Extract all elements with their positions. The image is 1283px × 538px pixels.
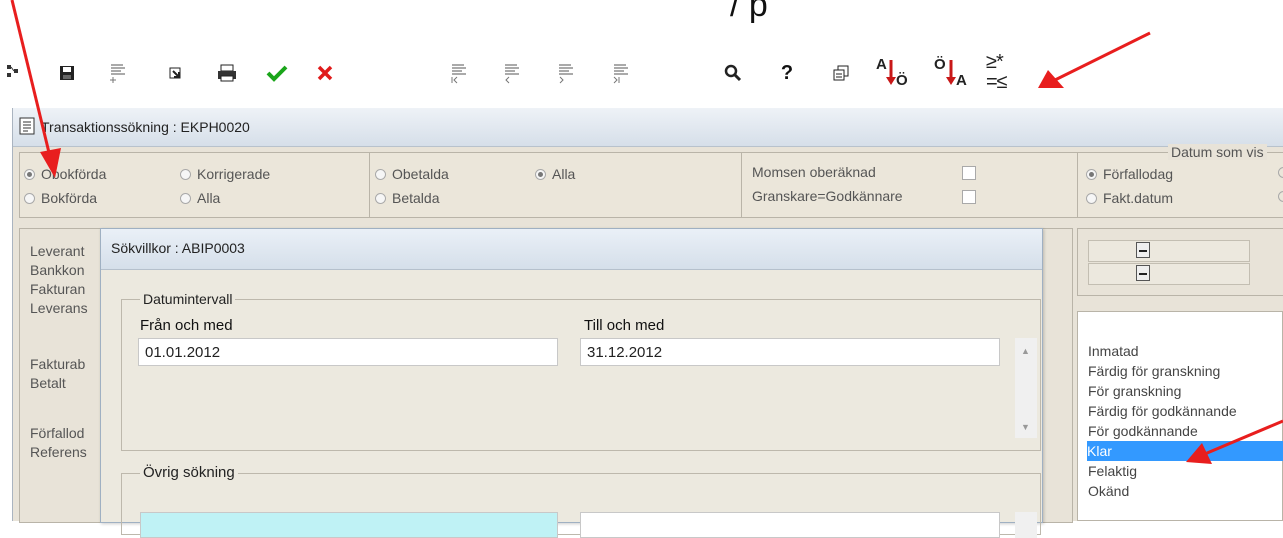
label-fakturabelopp: Fakturab bbox=[30, 356, 86, 372]
momsen-label: Momsen oberäknad bbox=[752, 164, 876, 180]
from-date-label: Från och med bbox=[140, 317, 233, 334]
radio-korrigerade[interactable]: Korrigerade bbox=[180, 166, 270, 182]
radio-dot bbox=[24, 192, 35, 204]
list-item[interactable]: Felaktig bbox=[1088, 461, 1283, 481]
radio-dot bbox=[1086, 192, 1097, 204]
momsen-checkbox[interactable] bbox=[962, 166, 976, 180]
date-display-title: Datum som vis bbox=[1168, 144, 1267, 160]
jump-icon[interactable] bbox=[160, 58, 190, 88]
list-item[interactable]: Färdig för godkännande bbox=[1088, 401, 1283, 421]
radio-dot bbox=[180, 168, 191, 180]
sort-asc-bottom-letter: Ö bbox=[896, 72, 908, 89]
radio-dot bbox=[24, 168, 35, 180]
label-fakturanummer: Fakturan bbox=[30, 281, 86, 297]
vertical-scrollbar-2[interactable] bbox=[1015, 512, 1037, 538]
radio-dot bbox=[180, 192, 191, 204]
label-leverans: Leverans bbox=[30, 300, 88, 316]
other-search-legend: Övrig sökning bbox=[140, 464, 238, 481]
arrow-down-icon bbox=[946, 60, 956, 85]
window-title-bar: Transaktionssökning : EKPH0020 bbox=[13, 108, 1283, 147]
first-record-icon[interactable] bbox=[443, 58, 473, 88]
scroll-up-icon[interactable]: ▲ bbox=[1021, 346, 1030, 356]
dialog-title-bar: Sökvillkor : ABIP0003 bbox=[101, 229, 1042, 270]
granskare-label: Granskare=Godkännare bbox=[752, 188, 903, 204]
list-item-selected[interactable]: Klar bbox=[1087, 441, 1283, 461]
list-item[interactable]: För godkännande bbox=[1088, 421, 1283, 441]
range-row-2 bbox=[1088, 263, 1250, 285]
radio-betalda[interactable]: Betalda bbox=[375, 190, 439, 206]
radio-alla-betalning[interactable]: Alla bbox=[535, 166, 575, 182]
list-item[interactable]: För granskning bbox=[1088, 381, 1283, 401]
radio-dot-cut[interactable] bbox=[1278, 191, 1283, 202]
status-listbox[interactable]: Inmatad Färdig för granskning För gransk… bbox=[1077, 311, 1283, 521]
label-referens: Referens bbox=[30, 444, 87, 460]
other-search-fieldset: Övrig sökning bbox=[121, 464, 1041, 538]
radio-dot bbox=[375, 192, 386, 204]
radio-alla-bokforing[interactable]: Alla bbox=[180, 190, 220, 206]
cancel-icon[interactable] bbox=[310, 58, 340, 88]
list-item[interactable]: Okänd bbox=[1088, 481, 1283, 501]
radio-bokforda[interactable]: Bokförda bbox=[24, 190, 97, 206]
search-icon[interactable] bbox=[718, 58, 748, 88]
tree-icon[interactable] bbox=[0, 58, 30, 88]
search-conditions-dialog: Sökvillkor : ABIP0003 Datumintervall Frå… bbox=[100, 228, 1043, 538]
radio-fakt-datum[interactable]: Fakt.datum bbox=[1086, 190, 1173, 206]
top-cut-text: / p bbox=[730, 0, 768, 24]
other-search-input-2[interactable] bbox=[580, 512, 1000, 538]
date-display-group: Datum som vis Förfallodag Fakt.datum bbox=[1077, 144, 1283, 218]
radio-dot bbox=[375, 168, 386, 180]
sort-desc-top-letter: Ö bbox=[934, 56, 946, 73]
radio-obetalda[interactable]: Obetalda bbox=[375, 166, 449, 182]
range-row-1 bbox=[1088, 240, 1250, 262]
granskare-checkbox[interactable] bbox=[962, 190, 976, 204]
range-stepper-group bbox=[1077, 228, 1283, 296]
radio-obokforda[interactable]: Obokförda bbox=[24, 166, 106, 182]
stepper-button-2[interactable] bbox=[1136, 265, 1150, 281]
arrow-down-icon bbox=[886, 60, 896, 85]
previous-record-icon[interactable] bbox=[496, 58, 526, 88]
sort-desc-bottom-letter: A bbox=[956, 72, 967, 89]
save-icon[interactable] bbox=[52, 58, 82, 88]
stepper-button-1[interactable] bbox=[1136, 242, 1150, 258]
document-icon bbox=[19, 117, 35, 135]
dialog-title: Sökvillkor : ABIP0003 bbox=[111, 240, 245, 256]
date-interval-legend: Datumintervall bbox=[140, 291, 236, 307]
last-record-icon[interactable] bbox=[605, 58, 635, 88]
to-date-input[interactable] bbox=[580, 338, 1000, 366]
date-interval-fieldset: Datumintervall Från och med Till och med… bbox=[121, 291, 1041, 451]
radio-forfallodag[interactable]: Förfallodag bbox=[1086, 166, 1173, 182]
payment-status-group: Obetalda Alla Betalda bbox=[369, 152, 743, 218]
accept-icon[interactable] bbox=[262, 58, 292, 88]
radio-dot bbox=[1086, 168, 1097, 180]
help-icon[interactable]: ? bbox=[772, 58, 802, 88]
label-bankkonto: Bankkon bbox=[30, 262, 85, 278]
insert-row-icon[interactable] bbox=[102, 58, 132, 88]
window-title: Transaktionssökning : EKPH0020 bbox=[41, 119, 250, 135]
label-leverantor: Leverant bbox=[30, 243, 85, 259]
sort-ascending-button[interactable]: A Ö bbox=[872, 54, 912, 94]
booking-status-group: Obokförda Korrigerade Bokförda Alla bbox=[19, 152, 371, 218]
comparison-operators-button[interactable]: ≥* =≤ bbox=[984, 50, 1030, 96]
next-record-icon[interactable] bbox=[550, 58, 580, 88]
scroll-down-icon[interactable]: ▼ bbox=[1021, 422, 1030, 432]
radio-dot-cut[interactable] bbox=[1278, 167, 1283, 178]
copy-window-icon[interactable] bbox=[826, 58, 856, 88]
print-icon[interactable] bbox=[212, 58, 242, 88]
to-date-label: Till och med bbox=[584, 317, 665, 334]
compare-top-symbols: ≥* bbox=[986, 51, 1004, 73]
list-item[interactable]: Inmatad bbox=[1088, 341, 1283, 361]
vertical-scrollbar[interactable]: ▲ ▼ bbox=[1015, 338, 1037, 438]
label-forfallodag: Förfallod bbox=[30, 425, 85, 441]
radio-dot bbox=[535, 168, 546, 180]
compare-bottom-symbols: =≤ bbox=[986, 71, 1008, 93]
list-item[interactable]: Färdig för granskning bbox=[1088, 361, 1283, 381]
from-date-input[interactable] bbox=[138, 338, 558, 366]
vat-reviewer-group: Momsen oberäknad Granskare=Godkännare bbox=[741, 152, 1079, 218]
label-betalt: Betalt bbox=[30, 375, 66, 391]
sort-descending-button[interactable]: Ö A bbox=[932, 54, 972, 94]
other-search-input-1[interactable] bbox=[140, 512, 558, 538]
toolbar: ? A Ö Ö A ≥* =≤ bbox=[0, 50, 1283, 98]
